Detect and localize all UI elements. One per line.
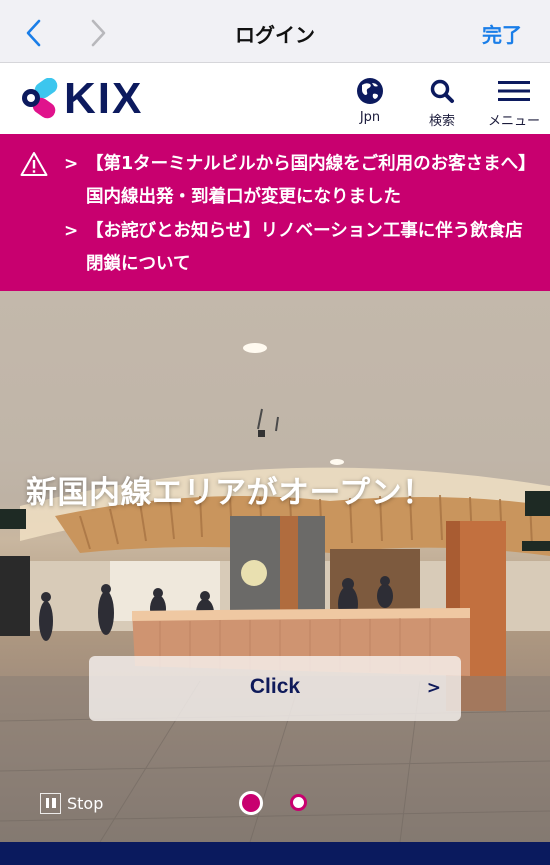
chevron-right-icon: > [426,678,441,698]
done-button[interactable]: 完了 [482,19,522,48]
globe-icon [357,78,383,104]
search-icon [430,79,454,103]
next-section-strip [0,842,550,865]
carousel-dot[interactable] [290,794,307,811]
search-label: 検索 [428,114,455,129]
kix-logo-mark-icon [22,78,58,119]
page-title: ログイン [235,23,315,47]
language-label: Jpn [359,110,381,125]
alert-banner: > 【第1ターミナルビルから国内線をご利用のお客さまへ】国内線出発・到着口が変更… [0,134,550,291]
site-header: KIX Jpn 検索 メニュー [0,63,550,134]
hero-image [0,343,550,842]
chevron-right-icon: > [64,154,79,174]
alert-text: 【お詫びとお知らせ】リノベーション工事に伴う飲食店閉鎖について [86,221,523,274]
menu-icon [498,81,530,101]
search-button[interactable]: 検索 [412,75,472,129]
kix-logo[interactable]: KIX [20,77,143,121]
menu-button[interactable]: メニュー [484,75,544,129]
menu-label: メニュー [487,114,540,129]
alert-text: 【第1ターミナルビルから国内線をご利用のお客さまへ】国内線出発・到着口が変更にな… [86,154,527,207]
hero-carousel: 新国内線エリアがオープン！ Click > Stop [0,291,550,842]
chevron-right-icon: > [64,221,79,241]
stop-label: Stop [67,793,104,813]
alert-link[interactable]: > 【お詫びとお知らせ】リノベーション工事に伴う飲食店閉鎖について [64,215,534,281]
hero-cta-button[interactable]: Click > [89,656,461,721]
carousel-stop-button[interactable]: Stop [40,792,103,814]
warning-icon [20,152,48,176]
logo-text: KIX [64,74,144,123]
pause-icon [40,792,61,814]
hero-headline: 新国内線エリアがオープン！ [26,475,434,511]
cta-label: Click [249,675,301,698]
language-button[interactable]: Jpn [340,75,400,125]
browser-toolbar: ログイン 完了 [0,0,550,63]
carousel-dot-active[interactable] [239,791,263,815]
alert-link[interactable]: > 【第1ターミナルビルから国内線をご利用のお客さまへ】国内線出発・到着口が変更… [64,148,534,214]
